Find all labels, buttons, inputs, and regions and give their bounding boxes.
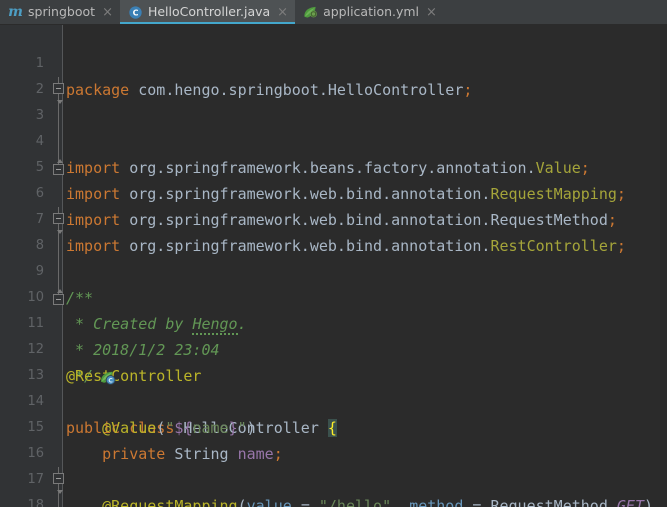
line-number: 8: [35, 238, 44, 253]
line-number: 10: [27, 290, 44, 305]
line-number: 3: [35, 108, 44, 123]
fold-guide: [52, 259, 65, 285]
code-lines: 1 package com.hengo.springboot.HelloCont…: [0, 25, 667, 507]
svg-text:C: C: [109, 378, 114, 385]
code-line[interactable]: 6 import org.springframework.web.bind.an…: [0, 155, 667, 255]
tab-close-icon[interactable]: ×: [426, 6, 437, 19]
tab-label: application.yml: [323, 4, 420, 19]
code-line[interactable]: 1 package com.hengo.springboot.HelloCont…: [0, 25, 667, 99]
line-number: 9: [35, 264, 44, 279]
java-class-icon: C: [128, 5, 143, 20]
tab-label: HelloController.java: [147, 4, 271, 19]
code-editor[interactable]: 1 package com.hengo.springboot.HelloCont…: [0, 25, 667, 507]
fold-marker-imports-end[interactable]: [52, 155, 65, 181]
line-number: 1: [35, 56, 44, 71]
code-line[interactable]: 18 public String say() {: [0, 467, 667, 507]
line-number: 5: [35, 160, 44, 175]
maven-module-icon: m: [8, 4, 23, 20]
tab-close-icon[interactable]: ×: [277, 6, 288, 19]
line-number: 7: [35, 212, 44, 227]
line-number: 4: [35, 134, 44, 149]
fold-marker-imports[interactable]: [52, 77, 65, 104]
fold-marker-javadoc[interactable]: [52, 207, 65, 234]
svg-text:C: C: [133, 8, 139, 17]
fold-guide: [52, 103, 65, 129]
line-number: 18: [27, 498, 44, 507]
fold-marker-method[interactable]: [52, 467, 65, 494]
line-number: 15: [27, 420, 44, 435]
code-line[interactable]: 16: [0, 415, 667, 461]
code-line[interactable]: 15 private String name;: [0, 389, 667, 463]
code-line[interactable]: 3 import org.springframework.beans.facto…: [0, 77, 667, 177]
line-number: 17: [27, 472, 44, 487]
spring-bean-icon[interactable]: C: [28, 342, 116, 385]
line-number: 6: [35, 186, 44, 201]
tab-springboot[interactable]: m springboot ×: [0, 0, 120, 24]
code-line[interactable]: 17 @RequestMapping(value = "/hello", met…: [0, 441, 667, 507]
line-number: 2: [35, 82, 44, 97]
tab-close-icon[interactable]: ×: [102, 6, 113, 19]
line-number: 16: [27, 446, 44, 461]
fold-guide: [52, 493, 65, 507]
fold-guide: [52, 129, 65, 155]
spring-leaf-icon: [303, 5, 318, 20]
line-number: 11: [27, 316, 44, 331]
tab-label: springboot: [28, 4, 96, 19]
tab-hellocontroller-java[interactable]: C HelloController.java ×: [119, 0, 296, 24]
editor-tab-bar: m springboot × C HelloController.java × …: [0, 0, 667, 25]
code-line[interactable]: 11 */: [0, 285, 667, 385]
fold-marker-javadoc-end[interactable]: [52, 285, 65, 311]
fold-guide: [52, 233, 65, 259]
code-line[interactable]: 2: [0, 51, 667, 97]
tab-application-yml[interactable]: application.yml ×: [295, 0, 444, 24]
